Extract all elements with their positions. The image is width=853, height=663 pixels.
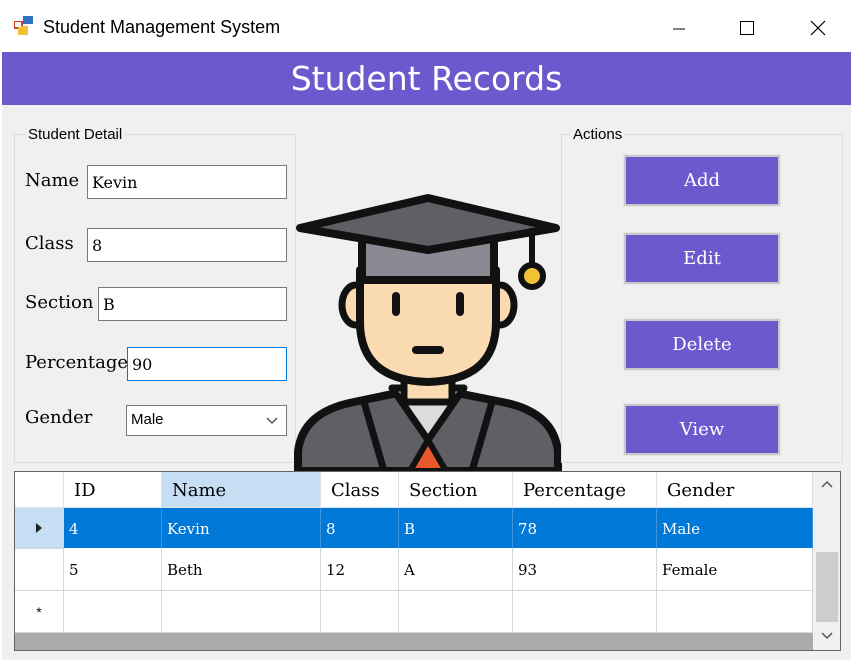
- graduate-student-icon: [294, 194, 562, 471]
- header-banner: Student Records: [2, 52, 851, 105]
- name-label: Name: [25, 170, 80, 191]
- grid-corner-header[interactable]: [15, 472, 64, 508]
- cell-gender[interactable]: [657, 591, 813, 633]
- gender-selected-value: Male: [131, 411, 164, 428]
- cell-percentage[interactable]: 93: [513, 549, 657, 591]
- cell-name[interactable]: Beth: [162, 549, 321, 591]
- edit-button[interactable]: Edit: [623, 232, 781, 285]
- students-data-grid[interactable]: ID Name Class Section Percentage Gender …: [14, 471, 841, 651]
- delete-button[interactable]: Delete: [623, 318, 781, 371]
- percentage-label: Percentage: [25, 352, 129, 373]
- cell-section[interactable]: A: [399, 549, 513, 591]
- cell-class[interactable]: [321, 591, 399, 633]
- chevron-down-icon: [266, 417, 278, 424]
- gender-label: Gender: [25, 407, 93, 428]
- minimize-icon: [673, 28, 685, 30]
- column-header-class[interactable]: Class: [321, 472, 399, 508]
- app-icon: [14, 16, 33, 35]
- section-label: Section: [25, 292, 94, 313]
- view-button[interactable]: View: [623, 403, 781, 456]
- add-button[interactable]: Add: [623, 154, 781, 207]
- column-header-section[interactable]: Section: [399, 472, 513, 508]
- view-button-label: View: [679, 419, 725, 440]
- current-row-arrow-icon: [36, 523, 42, 533]
- cell-section[interactable]: [399, 591, 513, 633]
- row-header[interactable]: [15, 549, 64, 591]
- cell-id[interactable]: 4: [64, 508, 162, 549]
- cell-gender[interactable]: Male: [657, 508, 813, 549]
- name-input[interactable]: [87, 165, 287, 199]
- edit-button-label: Edit: [683, 248, 721, 269]
- column-header-gender[interactable]: Gender: [657, 472, 813, 508]
- cell-class[interactable]: 8: [321, 508, 399, 549]
- minimize-button[interactable]: [656, 10, 702, 46]
- add-button-label: Add: [683, 170, 721, 191]
- new-row-marker: *: [15, 591, 64, 633]
- actions-legend: Actions: [571, 126, 625, 143]
- row-header[interactable]: [15, 508, 64, 549]
- cell-percentage[interactable]: 78: [513, 508, 657, 549]
- cell-class[interactable]: 12: [321, 549, 399, 591]
- delete-button-label: Delete: [672, 334, 732, 355]
- gender-dropdown[interactable]: Male: [126, 405, 287, 436]
- title-bar: Student Management System: [0, 0, 853, 52]
- cell-id[interactable]: 5: [64, 549, 162, 591]
- percentage-input[interactable]: [127, 347, 287, 381]
- cell-percentage[interactable]: [513, 591, 657, 633]
- vertical-scrollbar[interactable]: [813, 472, 840, 650]
- student-detail-legend: Student Detail: [26, 126, 125, 143]
- cell-name[interactable]: [162, 591, 321, 633]
- column-header-name[interactable]: Name: [162, 472, 321, 508]
- window-title: Student Management System: [43, 17, 281, 37]
- column-header-percentage[interactable]: Percentage: [513, 472, 657, 508]
- cell-name[interactable]: Kevin: [162, 508, 321, 549]
- column-header-id[interactable]: ID: [64, 472, 162, 508]
- class-input[interactable]: [87, 228, 287, 262]
- scroll-down-arrow-icon[interactable]: [821, 632, 833, 640]
- close-icon: [810, 20, 826, 36]
- class-label: Class: [25, 233, 74, 254]
- cell-id[interactable]: [64, 591, 162, 633]
- scroll-up-arrow-icon[interactable]: [821, 480, 833, 488]
- maximize-icon: [740, 21, 754, 35]
- page-title: Student Records: [290, 59, 563, 98]
- scrollbar-thumb[interactable]: [816, 552, 838, 622]
- maximize-button[interactable]: [724, 10, 770, 46]
- cell-gender[interactable]: Female: [657, 549, 813, 591]
- section-input[interactable]: [98, 287, 287, 321]
- close-button[interactable]: [795, 10, 841, 46]
- cell-section[interactable]: B: [399, 508, 513, 549]
